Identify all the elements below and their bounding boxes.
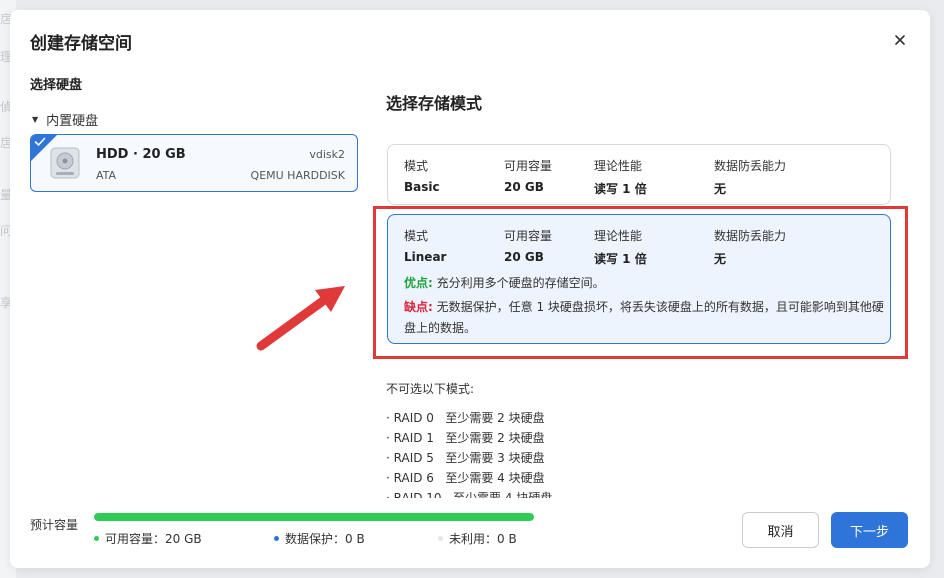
internal-disk-group-label: 内置硬盘 bbox=[46, 114, 99, 129]
legend-protection-text: 数据保护：0 B bbox=[285, 532, 365, 546]
pros-label: 优点: bbox=[404, 276, 433, 290]
capacity-value: 20 GB bbox=[504, 180, 544, 194]
cons-label: 缺点: bbox=[404, 300, 433, 314]
disk-card-vdisk2[interactable]: HDD · 20 GB ATA vdisk2 QEMU HARDDISK bbox=[30, 134, 358, 192]
cancel-button[interactable]: 取消 bbox=[742, 512, 819, 548]
estimated-capacity-label: 预计容量 bbox=[30, 518, 79, 532]
protection-value: 无 bbox=[714, 182, 727, 196]
capacity-bar-fill bbox=[94, 513, 534, 521]
legend-available: 可用容量：20 GB bbox=[94, 530, 202, 547]
close-icon[interactable] bbox=[892, 32, 908, 48]
internal-disk-group-toggle[interactable]: ▼ 内置硬盘 bbox=[32, 110, 98, 129]
header-protection: 数据防丢能力 bbox=[714, 229, 787, 243]
mode-value: Linear bbox=[404, 250, 447, 264]
list-item: · RAID 6 至少需要 4 块硬盘 bbox=[386, 471, 545, 485]
legend-dot bbox=[94, 536, 99, 541]
protection-value: 无 bbox=[714, 252, 727, 266]
create-storage-dialog: 创建存储空间 选择硬盘 ▼ 内置硬盘 HDD · 20 GB ATA vdisk… bbox=[10, 10, 930, 568]
cons-text: 缺点: 无数据保护，任意 1 块硬盘损坏，将丢失该硬盘上的所有数据，且可能影响到… bbox=[404, 297, 884, 339]
list-item: · RAID 0 至少需要 2 块硬盘 bbox=[386, 411, 545, 425]
header-performance: 理论性能 bbox=[594, 159, 643, 173]
check-icon bbox=[34, 137, 46, 147]
legend-unused: 未利用：0 B bbox=[438, 530, 517, 547]
select-disk-label: 选择硬盘 bbox=[30, 78, 83, 93]
header-performance: 理论性能 bbox=[594, 229, 643, 243]
mode-card-linear[interactable]: 模式 可用容量 理论性能 数据防丢能力 Linear 20 GB 读写 1 倍 … bbox=[387, 214, 891, 344]
pros-text: 优点: 充分利用多个硬盘的存储空间。 bbox=[404, 274, 605, 291]
header-mode: 模式 bbox=[404, 159, 429, 173]
disk-model: QEMU HARDDISK bbox=[250, 169, 345, 182]
legend-dot bbox=[274, 536, 279, 541]
legend-protection: 数据保护：0 B bbox=[274, 530, 365, 547]
list-item: · RAID 10 至少需要 4 块硬盘 bbox=[386, 491, 553, 498]
next-button[interactable]: 下一步 bbox=[831, 512, 908, 548]
disk-device: vdisk2 bbox=[309, 148, 345, 161]
legend-available-text: 可用容量：20 GB bbox=[105, 532, 202, 546]
disk-interface: ATA bbox=[96, 169, 117, 182]
pros-description: 充分利用多个硬盘的存储空间。 bbox=[436, 276, 605, 290]
header-capacity: 可用容量 bbox=[504, 159, 553, 173]
capacity-bar bbox=[94, 513, 534, 521]
header-capacity: 可用容量 bbox=[504, 229, 553, 243]
mode-value: Basic bbox=[404, 180, 440, 194]
capacity-value: 20 GB bbox=[504, 250, 544, 264]
dialog-title: 创建存储空间 bbox=[30, 34, 132, 54]
unavailable-modes-list[interactable]: · RAID 0 至少需要 2 块硬盘 · RAID 1 至少需要 2 块硬盘 … bbox=[386, 408, 686, 498]
legend-unused-text: 未利用：0 B bbox=[449, 532, 517, 546]
performance-value: 读写 1 倍 bbox=[594, 182, 647, 196]
header-protection: 数据防丢能力 bbox=[714, 159, 787, 173]
disk-name: HDD · 20 GB bbox=[96, 147, 186, 162]
header-mode: 模式 bbox=[404, 229, 429, 243]
annotation-arrow-icon bbox=[256, 286, 345, 351]
unavailable-modes-title: 不可选以下模式: bbox=[386, 382, 475, 396]
legend-dot bbox=[438, 536, 443, 541]
hard-disk-icon bbox=[50, 147, 80, 179]
cons-description: 无数据保护，任意 1 块硬盘损坏，将丢失该硬盘上的所有数据，且可能影响到其他硬盘… bbox=[404, 300, 884, 335]
list-item: · RAID 5 至少需要 3 块硬盘 bbox=[386, 451, 545, 465]
select-mode-title: 选择存储模式 bbox=[386, 94, 483, 113]
caret-down-icon: ▼ bbox=[32, 115, 39, 124]
list-item: · RAID 1 至少需要 2 块硬盘 bbox=[386, 431, 545, 445]
performance-value: 读写 1 倍 bbox=[594, 252, 647, 266]
mode-card-basic[interactable]: 模式 可用容量 理论性能 数据防丢能力 Basic 20 GB 读写 1 倍 无 bbox=[387, 144, 891, 205]
